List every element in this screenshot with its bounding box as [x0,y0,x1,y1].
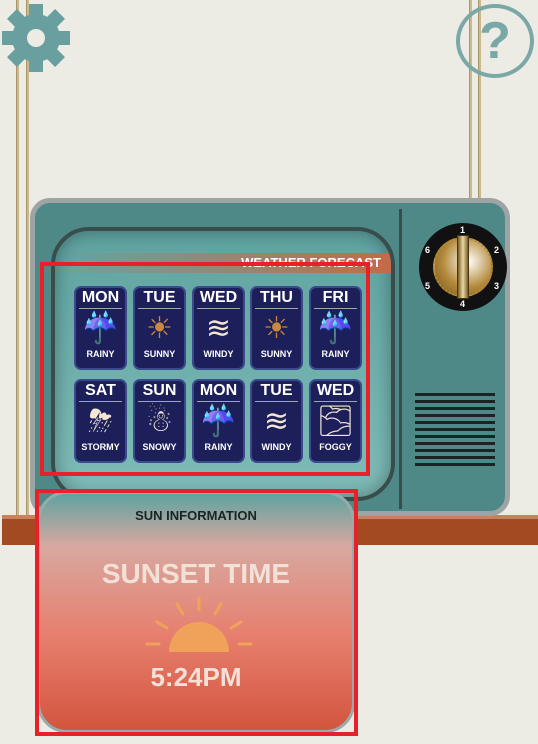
grille-slat [415,463,495,466]
dial-number: 5 [425,281,431,291]
grille-slat [415,393,495,396]
divider [399,209,402,509]
dial-number: 1 [460,225,466,235]
dial-number: 6 [425,245,431,255]
grille-slat [415,449,495,452]
grille-slat [415,456,495,459]
dial-pointer [457,235,469,299]
grille-slat [415,421,495,424]
grille-slat [415,442,495,445]
dial-number: 4 [460,299,466,309]
dial-number: 2 [494,245,500,255]
grille-slat [415,407,495,410]
grille-slat [415,435,495,438]
grille-slat [415,414,495,417]
help-button[interactable]: ? [456,4,534,78]
dial-number: 3 [494,281,500,291]
highlight-forecast [40,262,370,476]
gear-icon[interactable] [0,0,72,78]
highlight-sun-info [35,489,358,736]
grille-slat [415,400,495,403]
channel-dial[interactable]: 1 2 3 4 5 6 [419,223,507,311]
grille-slat [415,428,495,431]
